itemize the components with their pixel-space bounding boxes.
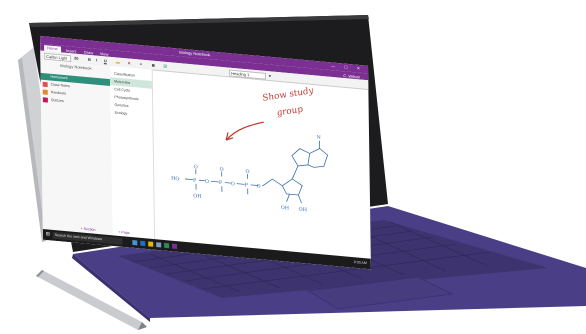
section-label: Class Notes <box>50 82 70 89</box>
section-label: Handouts <box>50 90 67 96</box>
section-label: Quizzes <box>50 98 64 104</box>
store-icon[interactable] <box>156 242 162 248</box>
ink-atom: O <box>257 183 261 189</box>
device-photo: Biology Notebook — ☐ ✕ Home Insert Draw … <box>0 0 586 334</box>
section-label: Homework <box>50 74 68 81</box>
ink-atom: O <box>205 179 209 185</box>
font-color-icon[interactable]: A <box>128 60 131 65</box>
file-explorer-icon[interactable] <box>148 241 154 247</box>
taskbar-clock: 9:30 AM <box>353 260 367 266</box>
ink-oh-label: OH <box>281 205 290 212</box>
tablet-screen: Biology Notebook — ☐ ✕ Home Insert Draw … <box>40 36 371 270</box>
ink-molecule <box>185 140 329 204</box>
task-view-icon[interactable] <box>132 240 138 246</box>
note-canvas[interactable]: Show study group HO P O P O P O O O O OH… <box>152 69 371 258</box>
section-color-swatch <box>42 97 48 103</box>
windows-start-icon[interactable]: ⊞ <box>46 231 51 237</box>
excel-icon[interactable] <box>164 242 170 249</box>
ink-drawing: Show study group HO P O P O P O O O O OH… <box>171 86 329 214</box>
ink-oh-label: OH <box>193 193 202 200</box>
ink-atom: O <box>194 164 198 170</box>
underline-button[interactable]: U <box>104 58 107 63</box>
ink-arrow <box>225 121 264 141</box>
ink-note-line2: group <box>276 105 305 119</box>
highlight-icon[interactable]: ▬ <box>116 59 120 64</box>
section-color-swatch <box>42 81 48 88</box>
notebook-title[interactable]: Biology Notebook <box>60 63 91 71</box>
onenote-icon[interactable] <box>172 243 178 249</box>
section-color-swatch <box>42 89 48 95</box>
edge-icon[interactable] <box>140 240 146 247</box>
ink-atom: N <box>316 135 321 141</box>
ink-atom: P <box>193 178 197 184</box>
ink-formula-ho: HO <box>171 176 179 183</box>
checkbox-tag-icon[interactable]: ☑ <box>163 64 167 69</box>
add-page-button[interactable]: + Page <box>118 230 129 235</box>
maximize-icon[interactable]: ☐ <box>344 65 352 71</box>
section-color-swatch <box>42 74 48 80</box>
pages-pane: Classification Molecules Cell Cycle Phot… <box>109 65 156 240</box>
ink-atom: P <box>219 180 223 186</box>
minimize-icon[interactable]: — <box>331 63 339 69</box>
bold-button[interactable]: B <box>88 57 91 62</box>
italic-button[interactable]: I <box>96 58 97 63</box>
ink-atom: O <box>245 169 249 175</box>
ink-atom: P <box>245 182 249 188</box>
chevron-down-icon[interactable]: ▾ <box>269 73 271 78</box>
notebook-sections-pane: Biology Notebook Homework Class Notes Ha… <box>40 59 114 236</box>
bullets-icon[interactable]: ≡ <box>140 61 142 66</box>
numbering-icon[interactable]: ≣ <box>152 63 155 68</box>
ink-oh-label: OH <box>299 207 308 214</box>
ink-atom: O <box>220 167 224 173</box>
font-size-select[interactable]: 20 <box>74 56 78 61</box>
close-icon[interactable]: ✕ <box>357 66 364 72</box>
ink-note-line1: Show study <box>261 86 315 104</box>
add-section-button[interactable]: + Section <box>80 227 95 232</box>
ink-atom: O <box>231 181 235 187</box>
